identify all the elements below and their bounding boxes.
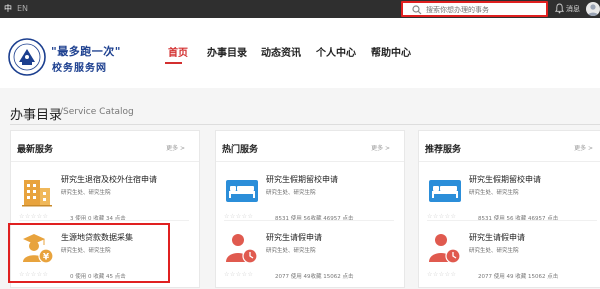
rating-stars: ☆☆☆☆☆ xyxy=(19,213,49,220)
search-icon[interactable] xyxy=(412,5,422,15)
person-clock-icon xyxy=(226,234,258,264)
nav-personal-center[interactable]: 个人中心 xyxy=(316,44,356,59)
language-switch: 中 EN xyxy=(4,3,33,14)
nav-active-indicator xyxy=(165,62,182,64)
site-title-line1: "最多跑一次" xyxy=(51,45,121,58)
item-divider xyxy=(224,220,394,221)
catalog-title: 办事目录 xyxy=(10,108,63,123)
site-header: "最多跑一次" 校务服务网 首页 办事目录 动态资讯 个人中心 帮助中心 xyxy=(0,18,600,88)
rating-stars: ☆☆☆☆☆ xyxy=(224,213,254,220)
service-name[interactable]: 研究生请假申请 xyxy=(266,232,322,243)
more-link[interactable]: 更多 > xyxy=(371,143,390,152)
service-department: 研究生处、研究生院 xyxy=(469,248,519,254)
bell-icon[interactable] xyxy=(555,3,564,14)
university-logo[interactable] xyxy=(8,38,46,76)
panel-title-divider xyxy=(11,161,199,162)
service-item[interactable]: 研究生请假申请 研究生处、研究生院 ☆☆☆☆☆ 2077 使用 49 收藏 15… xyxy=(419,227,600,289)
service-department: 研究生处、研究生院 xyxy=(266,190,316,196)
search-input[interactable] xyxy=(426,4,544,15)
lang-en-link[interactable]: EN xyxy=(17,4,28,13)
rating-stars: ☆☆☆☆☆ xyxy=(224,271,254,278)
service-name[interactable]: 研究生退宿及校外住宿申请 xyxy=(61,174,157,185)
nav-help-center[interactable]: 帮助中心 xyxy=(371,44,411,59)
service-name[interactable]: 研究生请假申请 xyxy=(469,232,525,243)
service-item[interactable]: 研究生假期留校申请 研究生处、研究生院 ☆☆☆☆☆ 8531 使用 56收藏 4… xyxy=(216,169,404,231)
item-divider xyxy=(427,220,597,221)
messages-link[interactable]: 消息 xyxy=(566,4,580,14)
catalog-subtitle: /Service Catalog xyxy=(60,107,134,117)
service-department: 研究生处、研究生院 xyxy=(61,190,111,196)
panel-hot-services: 热门服务 更多 > 研究生假期留校申请 研究生处、研究生院 ☆☆☆☆☆ 8531… xyxy=(215,130,405,288)
service-name[interactable]: 研究生假期留校申请 xyxy=(266,174,338,185)
lang-zh-link[interactable]: 中 xyxy=(4,4,12,13)
section-divider xyxy=(10,124,600,125)
more-link[interactable]: 更多 > xyxy=(166,143,185,152)
top-bar: 中 EN 消息 xyxy=(0,0,600,18)
service-item[interactable]: 研究生请假申请 研究生处、研究生院 ☆☆☆☆☆ 2077 使用 49收藏 150… xyxy=(216,227,404,289)
service-department: 研究生处、研究生院 xyxy=(469,190,519,196)
building-icon xyxy=(22,180,52,207)
panel-title-divider xyxy=(419,161,600,162)
nav-service-catalog[interactable]: 办事目录 xyxy=(207,44,247,59)
bed-icon xyxy=(429,180,461,202)
service-item[interactable]: 研究生退宿及校外住宿申请 研究生处、研究生院 ☆☆☆☆☆ 3 使用 0 收藏 3… xyxy=(11,169,199,231)
panel-title: 最新服务 xyxy=(17,145,54,155)
nav-home[interactable]: 首页 xyxy=(168,44,188,59)
service-stats: 2077 使用 49收藏 15062 点击 xyxy=(275,274,354,280)
site-title-line2: 校务服务网 xyxy=(52,63,107,74)
panel-title: 热门服务 xyxy=(222,145,259,155)
search-box[interactable] xyxy=(401,1,548,17)
panel-recommended-services: 推荐服务 更多 > 研究生假期留校申请 研究生处、研究生院 ☆☆☆☆☆ 8531… xyxy=(418,130,600,288)
service-item[interactable]: 研究生假期留校申请 研究生处、研究生院 ☆☆☆☆☆ 8531 使用 56 收藏 … xyxy=(419,169,600,231)
service-name[interactable]: 研究生假期留校申请 xyxy=(469,174,541,185)
nav-news[interactable]: 动态资讯 xyxy=(261,44,301,59)
bed-icon xyxy=(226,180,258,202)
avatar[interactable] xyxy=(586,2,600,16)
person-clock-icon xyxy=(429,234,461,264)
item-divider xyxy=(19,220,189,221)
panel-title: 推荐服务 xyxy=(425,145,462,155)
panel-title-divider xyxy=(216,161,404,162)
rating-stars: ☆☆☆☆☆ xyxy=(427,271,457,278)
highlight-box xyxy=(8,223,170,283)
rating-stars: ☆☆☆☆☆ xyxy=(427,213,457,220)
more-link[interactable]: 更多 > xyxy=(574,143,593,152)
service-department: 研究生处、研究生院 xyxy=(266,248,316,254)
service-stats: 2077 使用 49 收藏 15062 点击 xyxy=(478,274,559,280)
